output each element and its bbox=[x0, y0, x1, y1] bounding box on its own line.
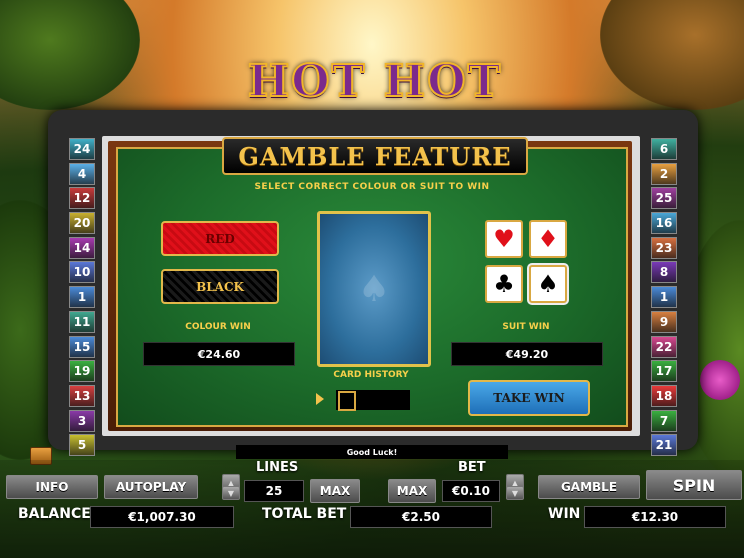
diamonds-button[interactable]: ♦ bbox=[529, 220, 567, 258]
lines-value: 25 bbox=[244, 480, 304, 502]
payline-right-25: 25 bbox=[651, 187, 677, 210]
spades-button[interactable]: ♠ bbox=[529, 265, 567, 303]
colour-win-label: COLOUR WIN bbox=[185, 322, 251, 332]
lines-max-button[interactable]: MAX bbox=[310, 479, 360, 503]
orchid-flower bbox=[700, 360, 740, 400]
info-button[interactable]: INFO bbox=[6, 475, 98, 499]
black-button[interactable]: BLACK bbox=[161, 269, 279, 304]
balance-value: €1,007.30 bbox=[90, 506, 234, 528]
payline-left-1: 1 bbox=[69, 286, 95, 309]
colour-win-value: €24.60 bbox=[143, 342, 295, 366]
payline-left-12: 12 bbox=[69, 187, 95, 210]
payline-right-16: 16 bbox=[651, 212, 677, 235]
payline-indicators-right: 6 2 25 16 23 8 1 9 22 17 18 7 21 bbox=[651, 138, 677, 459]
payline-right-6: 6 bbox=[651, 138, 677, 160]
payline-left-13: 13 bbox=[69, 384, 95, 407]
bet-stepper-icon[interactable]: ▼ bbox=[506, 486, 524, 500]
payline-left-3: 3 bbox=[69, 409, 95, 432]
payline-right-23: 23 bbox=[651, 236, 677, 259]
lines-label: LINES bbox=[256, 460, 299, 475]
clubs-icon: ♣ bbox=[493, 270, 515, 298]
payline-right-2: 2 bbox=[651, 162, 677, 185]
payline-right-17: 17 bbox=[651, 360, 677, 383]
diamonds-icon: ♦ bbox=[537, 225, 559, 253]
gamble-instruction: SELECT CORRECT COLOUR OR SUIT TO WIN bbox=[254, 182, 490, 192]
payline-indicators-left: 24 4 12 20 14 10 1 11 15 19 13 3 5 bbox=[69, 138, 95, 459]
spades-icon: ♠ bbox=[537, 270, 559, 298]
payline-right-1: 1 bbox=[651, 286, 677, 309]
win-label: WIN bbox=[548, 506, 581, 522]
history-arrow-icon bbox=[316, 393, 324, 405]
card-history-strip bbox=[336, 390, 410, 411]
payline-left-11: 11 bbox=[69, 310, 95, 333]
clubs-button[interactable]: ♣ bbox=[485, 265, 523, 303]
lines-stepper-icon[interactable]: ▼ bbox=[222, 486, 240, 500]
gamble-button[interactable]: GAMBLE bbox=[538, 475, 640, 499]
total-bet-value: €2.50 bbox=[350, 506, 492, 528]
bet-label: BET bbox=[458, 460, 486, 475]
payline-right-7: 7 bbox=[651, 409, 677, 432]
payline-right-21: 21 bbox=[651, 434, 677, 457]
card-history-label: CARD HISTORY bbox=[333, 370, 409, 380]
win-value: €12.30 bbox=[584, 506, 726, 528]
foliage-top-right bbox=[600, 0, 744, 110]
spin-button[interactable]: SPIN bbox=[646, 470, 742, 500]
payline-right-8: 8 bbox=[651, 261, 677, 284]
suit-win-value: €49.20 bbox=[451, 342, 603, 366]
payline-left-20: 20 bbox=[69, 212, 95, 235]
foliage-top-left bbox=[0, 0, 140, 110]
payline-right-9: 9 bbox=[651, 310, 677, 333]
bet-value: €0.10 bbox=[442, 480, 500, 502]
card-history-slot bbox=[338, 391, 356, 411]
suit-win-label: SUIT WIN bbox=[502, 322, 550, 332]
status-message: Good Luck! bbox=[236, 445, 508, 459]
payline-left-5: 5 bbox=[69, 434, 95, 457]
payline-left-10: 10 bbox=[69, 261, 95, 284]
payline-left-15: 15 bbox=[69, 335, 95, 358]
hearts-button[interactable]: ♥ bbox=[485, 220, 523, 258]
payline-right-22: 22 bbox=[651, 335, 677, 358]
red-button[interactable]: RED bbox=[161, 221, 279, 256]
total-bet-label: TOTAL BET bbox=[262, 506, 347, 522]
take-win-button[interactable]: TAKE WIN bbox=[468, 380, 590, 416]
gamble-feature-title: GAMBLE FEATURE bbox=[222, 137, 528, 175]
payline-left-19: 19 bbox=[69, 360, 95, 383]
autoplay-button[interactable]: AUTOPLAY bbox=[104, 475, 198, 499]
card-back-spade-icon: ♠ bbox=[357, 268, 391, 310]
face-down-card: ♠ bbox=[317, 211, 431, 367]
payline-right-18: 18 bbox=[651, 384, 677, 407]
payline-left-24: 24 bbox=[69, 138, 95, 160]
balance-label: BALANCE bbox=[18, 506, 91, 522]
hearts-icon: ♥ bbox=[493, 225, 515, 253]
payline-left-4: 4 bbox=[69, 162, 95, 185]
bet-max-button[interactable]: MAX bbox=[388, 479, 436, 503]
payline-left-14: 14 bbox=[69, 236, 95, 259]
